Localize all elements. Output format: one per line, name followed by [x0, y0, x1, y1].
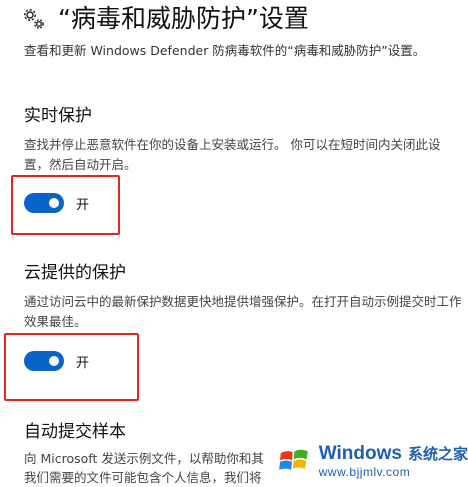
settings-page: “病毒和威胁防护”设置 查看和更新 Windows Defender 防病毒软件…: [0, 0, 468, 487]
section-title-cloud-protection: 云提供的保护: [24, 263, 126, 283]
cloud-protection-toggle-row: 开: [24, 351, 89, 371]
toggle-state-label: 开: [76, 355, 90, 371]
section-title-sample-submission: 自动提交样本: [24, 422, 126, 442]
toggle-knob: [49, 356, 59, 366]
section-desc-cloud-protection: 通过访问云中的最新保护数据更快地提供增强保护。在打开自动示例提交时工作效果最佳。: [24, 294, 462, 329]
section-desc-realtime-protection: 查找并停止恶意软件在你的设备上安装或运行。 你可以在短时间内关闭此设置，然后自动…: [24, 137, 441, 172]
toggle-state-label: 开: [76, 197, 90, 213]
windows-logo-icon: [279, 449, 308, 470]
page-title: “病毒和威胁防护”设置: [58, 4, 309, 33]
cloud-protection-toggle[interactable]: [24, 351, 64, 371]
watermark-brand-line: Windows 系统之家: [319, 443, 468, 465]
section-title-realtime-protection: 实时保护: [24, 106, 92, 126]
watermark: Windows 系统之家 www.bjjmlv.com: [274, 435, 468, 487]
toggle-knob: [49, 198, 59, 208]
watermark-text: Windows 系统之家 www.bjjmlv.com: [319, 443, 468, 479]
page-subtitle: 查看和更新 Windows Defender 防病毒软件的“病毒和威胁防护”设置…: [24, 43, 426, 58]
section-desc-sample-submission-line2: 我们需要的文件可能包含个人信息，我们将: [24, 470, 262, 485]
watermark-url: www.bjjmlv.com: [318, 465, 411, 479]
watermark-brand-cn: 系统之家: [407, 445, 468, 463]
realtime-protection-toggle-row: 开: [24, 193, 89, 213]
header: “病毒和威胁防护”设置: [22, 2, 309, 36]
gear-icon: [24, 9, 44, 29]
section-desc-sample-submission-line1: 向 Microsoft 发送示例文件，以帮助你和其: [24, 451, 264, 466]
watermark-brand: Windows: [318, 443, 402, 464]
realtime-protection-toggle[interactable]: [24, 193, 64, 213]
